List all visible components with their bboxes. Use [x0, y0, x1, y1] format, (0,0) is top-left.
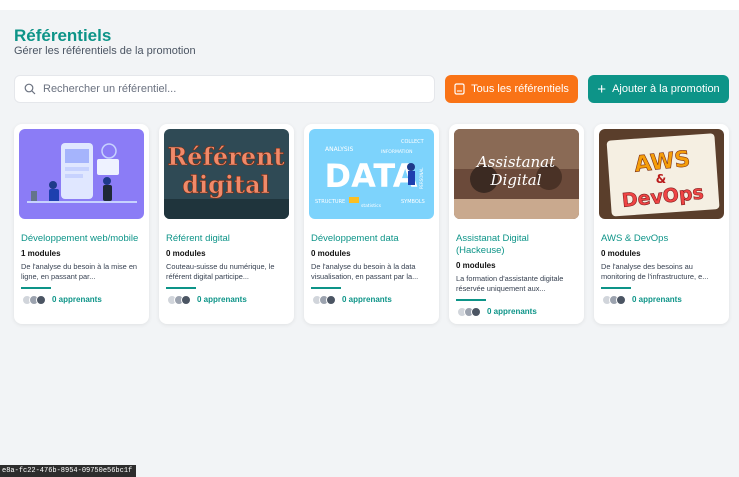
card-learners: 0 apprenants — [19, 294, 144, 305]
document-icon — [454, 83, 465, 95]
card-description: De l'analyse des besoins au monitoring d… — [601, 262, 709, 281]
search-icon — [24, 83, 36, 95]
card-modules: 0 modules — [456, 261, 496, 270]
card-description: De l'analyse du besoin à la mise en lign… — [21, 262, 138, 281]
svg-text:Assistanat: Assistanat — [475, 153, 556, 171]
search-input[interactable] — [43, 83, 423, 95]
card-image-referent-digital: Référent digital — [164, 129, 289, 219]
svg-text:COLLECT: COLLECT — [401, 139, 425, 145]
card-title: Référent digital — [166, 233, 230, 244]
add-to-promotion-label: Ajouter à la promotion — [612, 83, 720, 95]
divider — [456, 299, 486, 301]
referential-list: Développement web/mobile 1 modules De l'… — [14, 124, 729, 324]
svg-text:DATA: DATA — [325, 157, 418, 195]
avatar — [181, 294, 191, 305]
svg-text:PERSONAL: PERSONAL — [419, 167, 424, 189]
card-description: De l'analyse du besoin à la data visuali… — [311, 262, 419, 281]
card-learners: 0 apprenants — [309, 294, 434, 305]
all-referentials-label: Tous les référentiels — [471, 83, 569, 95]
divider — [311, 287, 341, 289]
all-referentials-button[interactable]: Tous les référentiels — [445, 75, 578, 103]
card-image-aws-devops: AWS & DevOps — [599, 129, 724, 219]
card-image-web-mobile — [19, 129, 144, 219]
card-modules: 1 modules — [21, 249, 61, 258]
card-learners: 0 apprenants — [454, 306, 579, 317]
referential-card[interactable]: Assistanat Digital Assistanat Digital (H… — [449, 124, 584, 324]
referential-card[interactable]: Développement web/mobile 1 modules De l'… — [14, 124, 149, 324]
learners-count: 0 apprenants — [487, 307, 537, 316]
referential-card[interactable]: AWS & DevOps AWS & DevOps 0 modules De l… — [594, 124, 729, 324]
learners-count: 0 apprenants — [52, 295, 102, 304]
avatar — [326, 294, 336, 305]
page-subtitle: Gérer les référentiels de la promotion — [14, 45, 196, 57]
card-modules: 0 modules — [311, 249, 351, 258]
status-tooltip: e8a-fc22-476b-8954-09750e56bc1f — [0, 465, 137, 477]
learners-count: 0 apprenants — [342, 295, 392, 304]
card-learners: 0 apprenants — [164, 294, 289, 305]
card-modules: 0 modules — [601, 249, 641, 258]
plus-icon: + — [597, 80, 607, 98]
card-description: La formation d'assistante digitale réser… — [456, 274, 564, 293]
card-title: Assistanat Digital (Hackeuse) — [456, 233, 529, 256]
page-title: Référentiels — [14, 26, 112, 45]
svg-text:INFORMATION: INFORMATION — [381, 149, 413, 155]
card-learners: 0 apprenants — [599, 294, 724, 305]
svg-text:STRUCTURE: STRUCTURE — [315, 199, 345, 205]
svg-text:digital: digital — [182, 170, 270, 199]
divider — [601, 287, 631, 289]
card-title: Développement web/mobile — [21, 233, 139, 244]
referential-card[interactable]: Référent digital Référent digital 0 modu… — [159, 124, 294, 324]
referential-card[interactable]: DATA ANALYSIS COLLECT INFORMATION STRUCT… — [304, 124, 439, 324]
divider — [21, 287, 51, 289]
add-to-promotion-button[interactable]: + Ajouter à la promotion — [588, 75, 729, 103]
svg-text:SYMBOLS: SYMBOLS — [401, 199, 425, 205]
learners-count: 0 apprenants — [632, 295, 682, 304]
top-bar — [0, 0, 739, 10]
learners-count: 0 apprenants — [197, 295, 247, 304]
divider — [166, 287, 196, 289]
avatar — [471, 306, 481, 317]
card-image-assistanat-digital: Assistanat Digital — [454, 129, 579, 219]
svg-text:&: & — [656, 172, 666, 186]
avatar — [36, 294, 46, 305]
svg-text:Référent: Référent — [167, 142, 284, 171]
svg-text:statistics: statistics — [361, 203, 382, 209]
card-modules: 0 modules — [166, 249, 206, 258]
card-title: AWS & DevOps — [601, 233, 669, 244]
search-box[interactable] — [14, 75, 435, 103]
svg-text:ANALYSIS: ANALYSIS — [325, 146, 353, 153]
card-image-data: DATA ANALYSIS COLLECT INFORMATION STRUCT… — [309, 129, 434, 219]
svg-text:Digital: Digital — [490, 171, 542, 189]
avatar — [616, 294, 626, 305]
card-description: Couteau-suisse du numérique, le référent… — [166, 262, 275, 281]
card-title: Développement data — [311, 233, 399, 244]
